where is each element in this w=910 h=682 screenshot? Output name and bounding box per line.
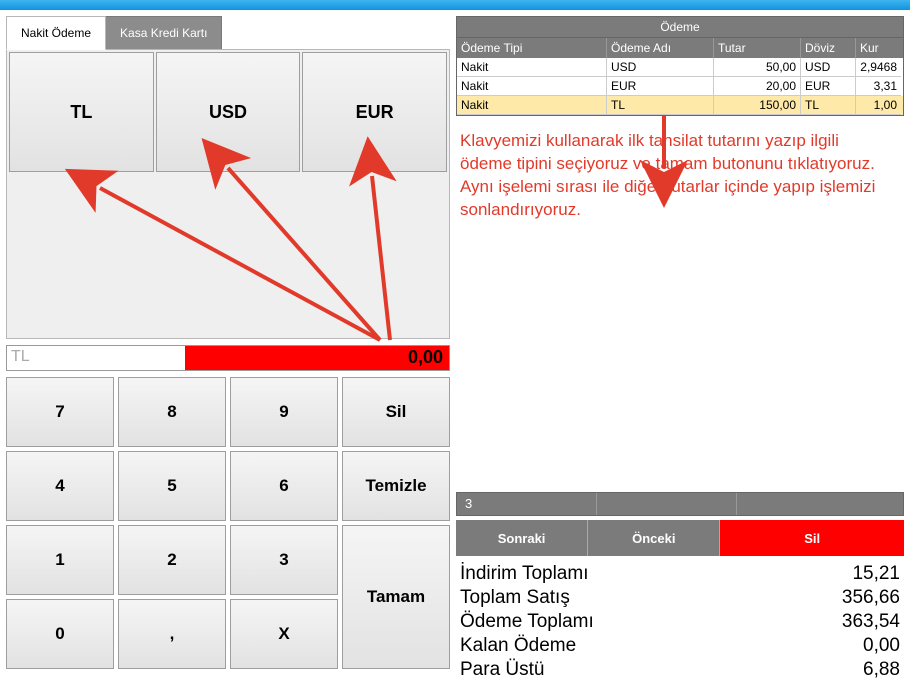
delete-button[interactable]: Sil (720, 520, 904, 556)
key-0[interactable]: 0 (6, 599, 114, 669)
key-3[interactable]: 3 (230, 525, 338, 595)
col-rate: Kur (856, 38, 901, 58)
table-row[interactable]: Nakit EUR 20,00 EUR 3,31 (457, 77, 903, 96)
key-1[interactable]: 1 (6, 525, 114, 595)
currency-usd-button[interactable]: USD (156, 52, 301, 172)
tab-cash[interactable]: Nakit Ödeme (6, 16, 106, 50)
table-row[interactable]: Nakit USD 50,00 USD 2,9468 (457, 58, 903, 77)
key-8[interactable]: 8 (118, 377, 226, 447)
cell-currency: USD (801, 58, 856, 77)
currency-panel: TL USD EUR (6, 49, 450, 339)
currency-eur-button[interactable]: EUR (302, 52, 447, 172)
record-count-bar: 3 (456, 492, 904, 516)
cell-type: Nakit (457, 96, 607, 115)
col-name: Ödeme Adı (607, 38, 714, 58)
record-count: 3 (457, 493, 597, 515)
cell-currency: TL (801, 96, 856, 115)
currency-tl-button[interactable]: TL (9, 52, 154, 172)
cell-rate: 1,00 (856, 96, 901, 115)
payment-tabs: Nakit Ödeme Kasa Kredi Kartı (6, 16, 450, 50)
total-value: 15,21 (852, 563, 900, 585)
table-row[interactable]: Nakit TL 150,00 TL 1,00 (457, 96, 903, 115)
key-clear[interactable]: Temizle (342, 451, 450, 521)
key-6[interactable]: 6 (230, 451, 338, 521)
prev-button[interactable]: Önceki (588, 520, 720, 556)
amount-display: TL 0,00 (6, 345, 450, 371)
total-value: 356,66 (842, 587, 900, 609)
total-label: Ödeme Toplamı (460, 611, 594, 633)
cell-name: USD (607, 58, 714, 77)
key-5[interactable]: 5 (118, 451, 226, 521)
total-label: Toplam Satış (460, 587, 570, 609)
key-7[interactable]: 7 (6, 377, 114, 447)
total-label: Kalan Ödeme (460, 635, 576, 657)
total-value: 0,00 (863, 635, 900, 657)
cell-rate: 2,9468 (856, 58, 901, 77)
key-ok[interactable]: Tamam (342, 525, 450, 669)
display-currency-label: TL (7, 346, 185, 370)
payment-table-header: Ödeme Tipi Ödeme Adı Tutar Döviz Kur (457, 38, 903, 58)
col-amount: Tutar (714, 38, 801, 58)
tab-card[interactable]: Kasa Kredi Kartı (105, 16, 222, 50)
cell-rate: 3,31 (856, 77, 901, 96)
display-amount: 0,00 (185, 346, 449, 370)
totals-area: İndirim Toplamı15,21 Toplam Satış356,66 … (456, 562, 904, 682)
cell-name: TL (607, 96, 714, 115)
key-delete[interactable]: Sil (342, 377, 450, 447)
total-value: 363,54 (842, 611, 900, 633)
col-type: Ödeme Tipi (457, 38, 607, 58)
window-titlebar (0, 0, 910, 10)
numeric-keypad: 7 8 9 Sil 4 5 6 Temizle 1 2 3 Tamam 0 , … (6, 377, 450, 669)
key-x[interactable]: X (230, 599, 338, 669)
total-value: 6,88 (863, 659, 900, 681)
key-9[interactable]: 9 (230, 377, 338, 447)
annotation-text: Klavyemizi kullanarak ilk tahsilat tutar… (456, 116, 904, 222)
cell-name: EUR (607, 77, 714, 96)
cell-amount: 20,00 (714, 77, 801, 96)
cell-amount: 150,00 (714, 96, 801, 115)
payment-table-title: Ödeme (456, 16, 904, 38)
key-4[interactable]: 4 (6, 451, 114, 521)
payment-table: Ödeme Tipi Ödeme Adı Tutar Döviz Kur Nak… (456, 38, 904, 116)
total-label: Para Üstü (460, 659, 544, 681)
key-comma[interactable]: , (118, 599, 226, 669)
next-button[interactable]: Sonraki (456, 520, 588, 556)
cell-amount: 50,00 (714, 58, 801, 77)
col-currency: Döviz (801, 38, 856, 58)
cell-type: Nakit (457, 77, 607, 96)
key-2[interactable]: 2 (118, 525, 226, 595)
total-label: İndirim Toplamı (460, 563, 588, 585)
cell-currency: EUR (801, 77, 856, 96)
cell-type: Nakit (457, 58, 607, 77)
